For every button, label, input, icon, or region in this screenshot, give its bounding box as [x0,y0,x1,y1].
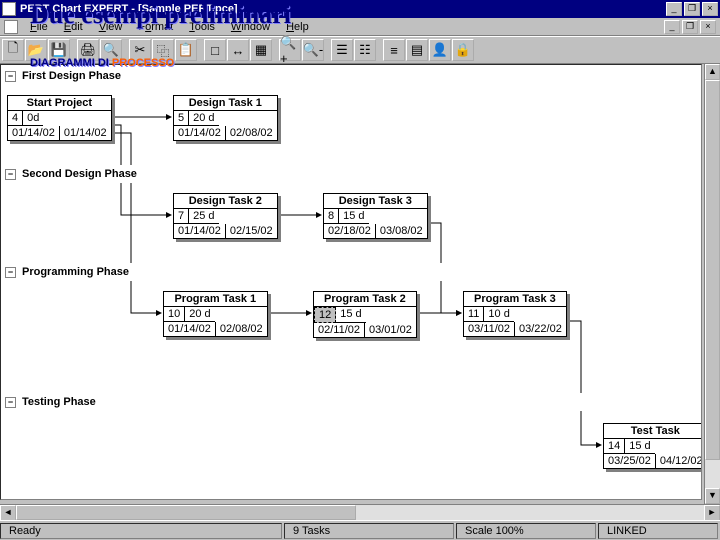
collapse-icon[interactable]: − [5,397,16,408]
maximize-button[interactable]: ❐ [684,2,700,16]
phase-programming[interactable]: − Programming Phase [1,263,701,281]
status-linked: LINKED [598,523,718,539]
tool-c-button[interactable]: ▦ [250,39,272,61]
phase-first-design[interactable]: − First Design Phase [1,67,701,85]
view-grid-button[interactable]: ▤ [406,39,428,61]
tool-a-button[interactable]: □ [204,39,226,61]
app-icon [2,2,16,16]
cut-button[interactable]: ✂ [129,39,151,61]
mdi-close-button[interactable]: × [700,20,716,34]
layout-a-button[interactable]: ☰ [331,39,353,61]
scroll-left-button[interactable]: ◄ [0,505,16,521]
task-program-1[interactable]: Program Task 1 1020 d 01/14/0202/08/02 [163,291,268,337]
layout-b-button[interactable]: ☷ [354,39,376,61]
toolbar: 🗋 📂 💾 🖨 🔍 ✂ ⿻ 📋 □ ↔ ▦ 🔍+ 🔍- ☰ ☷ ≡ ▤ 👤 🔒 [0,36,720,64]
phase-testing[interactable]: − Testing Phase [1,393,701,411]
window-title: PERT Chart EXPERT - [Sample PERT.pce] [20,3,664,15]
view-list-button[interactable]: ≡ [383,39,405,61]
task-design-3[interactable]: Design Task 3 815 d 02/18/0203/08/02 [323,193,428,239]
task-start-project[interactable]: Start Project 40d 01/14/0201/14/02 [7,95,112,141]
copy-button[interactable]: ⿻ [152,39,174,61]
menu-format[interactable]: Format [130,19,181,35]
user-button[interactable]: 👤 [429,39,451,61]
print-preview-button[interactable]: 🔍 [100,39,122,61]
close-button[interactable]: × [702,2,718,16]
scroll-right-button[interactable]: ► [704,505,720,521]
phase-second-design[interactable]: − Second Design Phase [1,165,701,183]
zoom-out-button[interactable]: 🔍- [302,39,324,61]
collapse-icon[interactable]: − [5,267,16,278]
menu-window[interactable]: Window [223,19,278,35]
scroll-track[interactable] [705,80,720,488]
vertical-scrollbar[interactable]: ▲ ▼ [704,64,720,504]
task-program-3[interactable]: Program Task 3 1110 d 03/11/0203/22/02 [463,291,567,337]
title-bar: PERT Chart EXPERT - [Sample PERT.pce] _ … [0,0,720,18]
new-button[interactable]: 🗋 [2,39,24,61]
phase-label: Programming Phase [22,266,129,278]
mdi-restore-button[interactable]: ❐ [682,20,698,34]
status-tasks: 9 Tasks [284,523,454,539]
horizontal-scrollbar[interactable]: ◄ ► [0,504,720,520]
status-scale: Scale 100% [456,523,596,539]
menu-help[interactable]: Help [278,19,317,35]
collapse-icon[interactable]: − [5,169,16,180]
menu-bar: FFileile Edit View Format Tools Window H… [0,18,720,36]
scroll-track[interactable] [16,505,704,520]
scroll-thumb[interactable] [16,505,356,520]
status-bar: Ready 9 Tasks Scale 100% LINKED [0,520,720,540]
menu-file[interactable]: FFileile [22,19,56,35]
mdi-minimize-button[interactable]: _ [664,20,680,34]
tool-b-button[interactable]: ↔ [227,39,249,61]
zoom-in-button[interactable]: 🔍+ [279,39,301,61]
task-design-2[interactable]: Design Task 2 725 d 01/14/0202/15/02 [173,193,278,239]
phase-label: Testing Phase [22,396,96,408]
task-test[interactable]: Test Task 1415 d 03/25/0204/12/02 [603,423,702,469]
menu-view[interactable]: View [91,19,131,35]
minimize-button[interactable]: _ [666,2,682,16]
status-ready: Ready [0,523,282,539]
phase-label: First Design Phase [22,70,121,82]
open-button[interactable]: 📂 [25,39,47,61]
menu-tools[interactable]: Tools [181,19,223,35]
task-design-1[interactable]: Design Task 1 520 d 01/14/0202/08/02 [173,95,278,141]
scroll-thumb[interactable] [705,80,720,460]
lock-button[interactable]: 🔒 [452,39,474,61]
save-button[interactable]: 💾 [48,39,70,61]
collapse-icon[interactable]: − [5,71,16,82]
mdi-child-icon[interactable] [4,20,18,34]
chart-canvas[interactable]: − First Design Phase Start Project 40d 0… [0,64,702,500]
paste-button[interactable]: 📋 [175,39,197,61]
phase-label: Second Design Phase [22,168,137,180]
task-program-2[interactable]: Program Task 2 1215 d 02/11/0203/01/02 [313,291,417,338]
scroll-up-button[interactable]: ▲ [705,64,720,80]
print-button[interactable]: 🖨 [77,39,99,61]
menu-edit[interactable]: Edit [56,19,91,35]
scroll-down-button[interactable]: ▼ [705,488,720,504]
